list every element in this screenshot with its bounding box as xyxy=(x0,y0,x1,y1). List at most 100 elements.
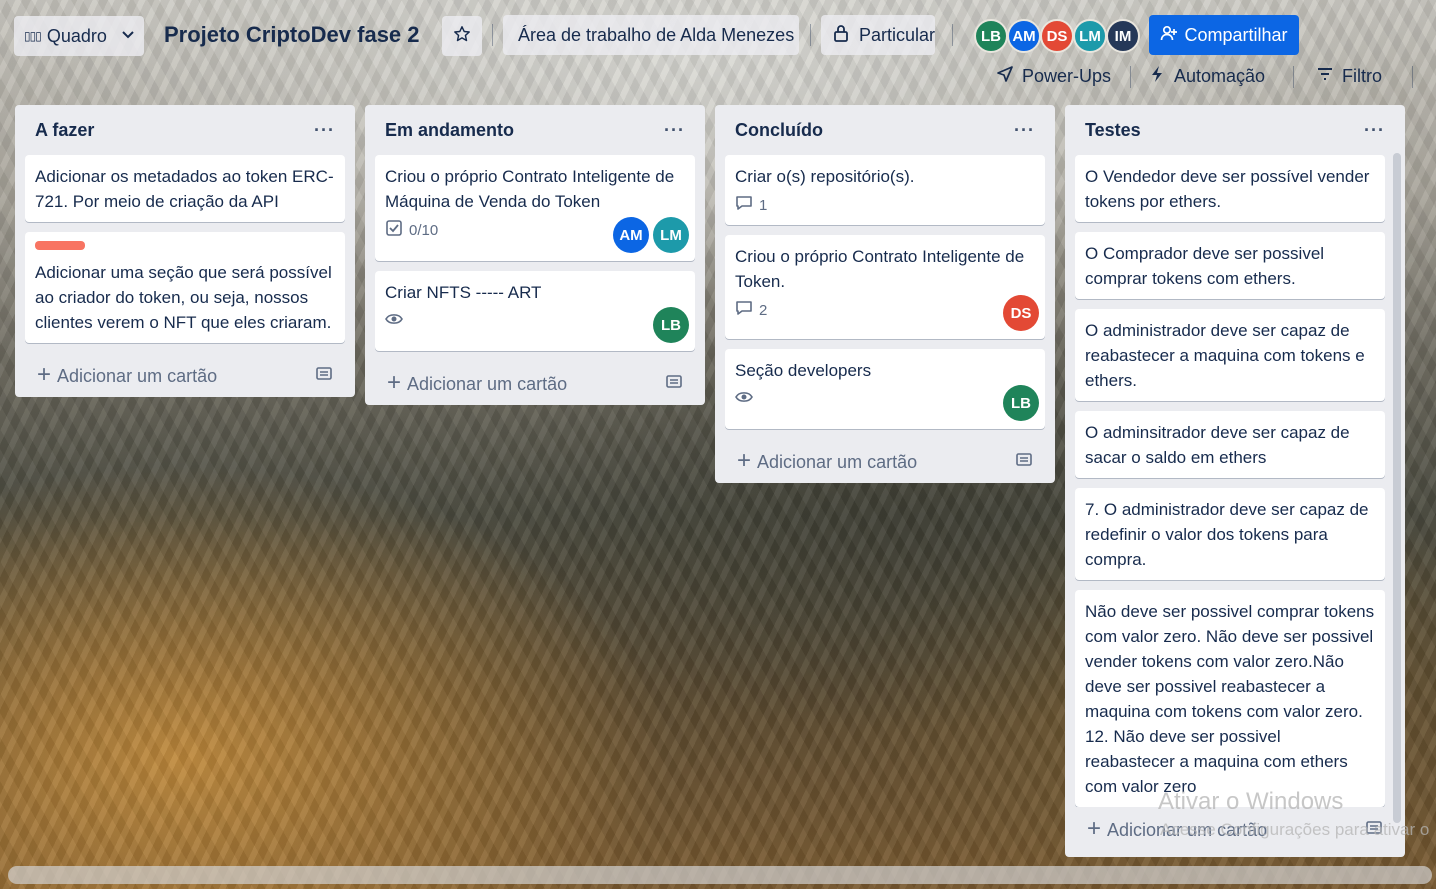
eye-icon xyxy=(385,310,403,332)
comment-count: 1 xyxy=(759,196,768,214)
visibility-button[interactable]: Particular xyxy=(821,15,935,55)
filter-icon xyxy=(1316,65,1334,88)
avatar[interactable]: DS xyxy=(1040,19,1074,53)
avatar[interactable]: LM xyxy=(653,217,689,253)
card-title: Adicionar uma seção que será possível ao… xyxy=(35,263,332,332)
star-icon xyxy=(453,25,471,48)
add-card-button[interactable]: + Adicionar um cartão xyxy=(375,361,695,405)
add-user-icon xyxy=(1160,24,1178,47)
avatar[interactable]: AM xyxy=(613,217,649,253)
list-title[interactable]: A fazer xyxy=(35,120,94,141)
card-badges: 1 xyxy=(735,193,1035,217)
share-button[interactable]: Compartilhar xyxy=(1149,15,1299,55)
view-label: Quadro xyxy=(46,25,107,46)
card[interactable]: Não deve ser possivel comprar tokens com… xyxy=(1075,590,1385,807)
card-members: DS xyxy=(1003,295,1039,331)
add-card-button[interactable]: + Adicionar um cartão xyxy=(725,439,1045,483)
visibility-label: Particular xyxy=(859,24,936,45)
avatar[interactable]: LB xyxy=(974,19,1008,53)
board-horizontal-scrollbar[interactable] xyxy=(8,866,1432,884)
card-title: O Vendedor deve ser possível vender toke… xyxy=(1085,167,1370,211)
lightning-icon xyxy=(1148,65,1166,88)
add-card-button[interactable]: + Adicionar um cartão xyxy=(25,353,345,397)
workspace-label: Área de trabalho de Alda Menezes xyxy=(518,24,795,45)
card-title: O administrador deve ser capaz de reabas… xyxy=(1085,321,1365,390)
chevron-down-icon xyxy=(121,26,135,47)
powerups-button[interactable]: Power-Ups xyxy=(996,60,1111,92)
card-template-icon[interactable] xyxy=(1015,450,1033,473)
card-title: Criou o próprio Contrato Inteligente de … xyxy=(735,247,1025,291)
card[interactable]: Criar o(s) repositório(s). 1 xyxy=(725,155,1045,225)
plus-icon: + xyxy=(387,369,402,396)
plus-icon: + xyxy=(737,447,752,474)
card-members: LB xyxy=(1003,385,1039,421)
card[interactable]: Criar NFTS ----- ART LB xyxy=(375,271,695,351)
workspace-button[interactable]: Área de trabalho de Alda Menezes xyxy=(503,15,799,55)
filter-button[interactable]: Filtro xyxy=(1316,60,1382,92)
card[interactable]: Adicionar uma seção que será possível ao… xyxy=(25,232,345,343)
list-title[interactable]: Concluído xyxy=(735,120,823,141)
card-title: Criar o(s) repositório(s). xyxy=(735,167,915,186)
list-scrollbar[interactable] xyxy=(1393,153,1401,823)
card-title: Criou o próprio Contrato Inteligente de … xyxy=(385,167,675,211)
avatar[interactable]: DS xyxy=(1003,295,1039,331)
view-switcher-button[interactable]: ▯▯▯ Quadro xyxy=(14,16,144,56)
list-title[interactable]: Em andamento xyxy=(385,120,514,141)
divider xyxy=(1412,66,1413,88)
board-title[interactable]: Projeto CriptoDev fase 2 xyxy=(164,22,420,48)
card-template-icon[interactable] xyxy=(665,372,683,395)
add-card-label: Adicionar um cartão xyxy=(57,366,218,386)
avatar[interactable]: IM xyxy=(1106,19,1140,53)
list-title[interactable]: Testes xyxy=(1085,120,1141,141)
board-header: ▯▯▯ Quadro Projeto CriptoDev fase 2 Área… xyxy=(0,0,1436,104)
card-badges xyxy=(385,309,685,333)
divider xyxy=(1130,66,1131,88)
card-title: Não deve ser possivel comprar tokens com… xyxy=(1085,602,1375,796)
list-header: Testes ··· xyxy=(1075,105,1395,155)
star-board-button[interactable] xyxy=(442,16,482,56)
card-title: Criar NFTS ----- ART xyxy=(385,283,542,302)
card[interactable]: Criou o próprio Contrato Inteligente de … xyxy=(725,235,1045,339)
card-members: AM LM xyxy=(613,217,689,253)
automation-button[interactable]: Automação xyxy=(1148,60,1265,92)
automation-label: Automação xyxy=(1174,65,1266,86)
divider xyxy=(952,24,953,46)
checklist-icon xyxy=(385,219,403,241)
list-menu-button[interactable]: ··· xyxy=(1014,120,1035,141)
card[interactable]: O adminsitrador deve ser capaz de sacar … xyxy=(1075,411,1385,478)
comment-count: 2 xyxy=(759,301,768,319)
avatar[interactable]: AM xyxy=(1007,19,1041,53)
list-testes: Testes ··· O Vendedor deve ser possível … xyxy=(1065,105,1405,857)
card[interactable]: Criou o próprio Contrato Inteligente de … xyxy=(375,155,695,261)
card-title: O adminsitrador deve ser capaz de sacar … xyxy=(1085,423,1350,467)
avatar[interactable]: LB xyxy=(653,307,689,343)
card-label[interactable] xyxy=(35,241,85,250)
list-menu-button[interactable]: ··· xyxy=(314,120,335,141)
card-template-icon[interactable] xyxy=(315,364,333,387)
add-card-label: Adicionar um cartão xyxy=(407,374,568,394)
card[interactable]: Adicionar os metadados ao token ERC-721.… xyxy=(25,155,345,222)
card[interactable]: O Vendedor deve ser possível vender toke… xyxy=(1075,155,1385,222)
list-header: Em andamento ··· xyxy=(375,105,695,155)
list-concluido: Concluído ··· Criar o(s) repositório(s).… xyxy=(715,105,1055,483)
plus-icon: + xyxy=(37,361,52,388)
comment-icon xyxy=(735,299,753,321)
comment-icon xyxy=(735,194,753,216)
card[interactable]: O Comprador deve ser possivel comprar to… xyxy=(1075,232,1385,299)
avatar[interactable]: LB xyxy=(1003,385,1039,421)
card[interactable]: 7. O administrador deve ser capaz de red… xyxy=(1075,488,1385,580)
card-title: 7. O administrador deve ser capaz de red… xyxy=(1085,500,1369,569)
list-menu-button[interactable]: ··· xyxy=(1364,120,1385,141)
card-title: Adicionar os metadados ao token ERC-721.… xyxy=(35,167,334,211)
list-menu-button[interactable]: ··· xyxy=(664,120,685,141)
list-header: A fazer ··· xyxy=(25,105,345,155)
avatar[interactable]: LM xyxy=(1073,19,1107,53)
windows-activation-watermark: Ativar o Windows xyxy=(1158,788,1344,815)
board-view-icon: ▯▯▯ xyxy=(24,29,42,43)
card[interactable]: O administrador deve ser capaz de reabas… xyxy=(1075,309,1385,401)
checklist-count: 0/10 xyxy=(409,221,439,239)
card-badges xyxy=(735,387,1035,411)
card[interactable]: Seção developers LB xyxy=(725,349,1045,429)
add-card-label: Adicionar um cartão xyxy=(757,452,918,472)
rocket-icon xyxy=(996,65,1014,88)
